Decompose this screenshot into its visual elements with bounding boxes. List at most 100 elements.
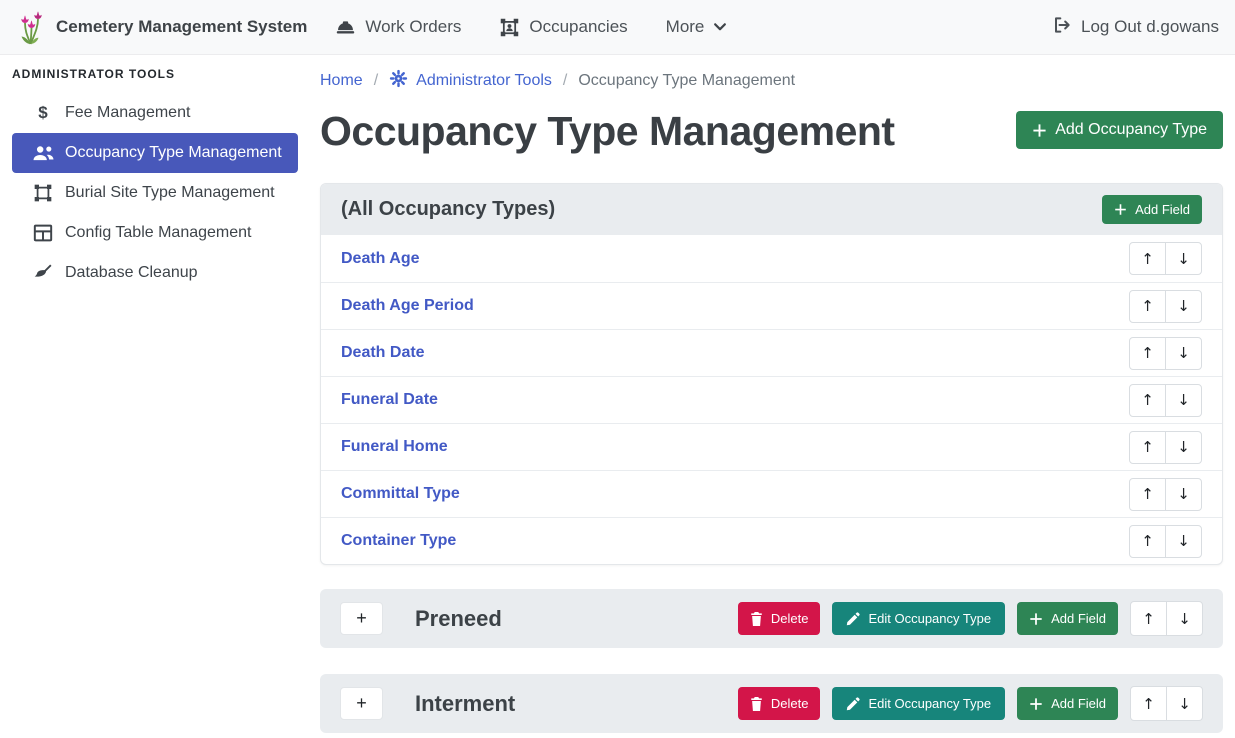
nav-more[interactable]: More xyxy=(666,17,728,37)
sidebar-item-occupancy-type-management[interactable]: Occupancy Type Management xyxy=(12,133,298,173)
delete-button[interactable]: Delete xyxy=(738,687,821,720)
users-icon xyxy=(30,144,56,163)
move-buttons: ↑ ↓ xyxy=(1129,431,1202,464)
move-down-button[interactable]: ↓ xyxy=(1165,525,1202,558)
logout-label: Log Out d.gowans xyxy=(1081,17,1219,37)
page-layout: Administrator Tools $ Fee Management Occ… xyxy=(0,55,1235,738)
add-field-label: Add Field xyxy=(1135,202,1190,217)
move-buttons: ↑ ↓ xyxy=(1130,601,1203,636)
move-up-button[interactable]: ↑ xyxy=(1129,525,1166,558)
field-row: Container Type ↑ ↓ xyxy=(321,517,1222,564)
occupancy-type-section-preneed: + Preneed Delete xyxy=(320,589,1223,648)
sidebar: Administrator Tools $ Fee Management Occ… xyxy=(0,55,310,738)
add-occupancy-type-button[interactable]: Add Occupancy Type xyxy=(1016,111,1223,149)
move-up-button[interactable]: ↑ xyxy=(1129,478,1166,511)
nav-more-label: More xyxy=(666,17,705,37)
delete-label: Delete xyxy=(771,611,809,626)
occupancy-type-section-interment: + Interment Delete xyxy=(320,674,1223,733)
sidebar-heading: Administrator Tools xyxy=(0,57,310,93)
move-up-button[interactable]: ↑ xyxy=(1129,431,1166,464)
field-row: Funeral Home ↑ ↓ xyxy=(321,423,1222,470)
plus-icon xyxy=(1114,203,1127,216)
field-link-death-age[interactable]: Death Age xyxy=(341,250,420,268)
nav-work-orders[interactable]: Work Orders xyxy=(335,17,461,38)
nav-occupancies[interactable]: Occupancies xyxy=(499,17,627,38)
nav-work-orders-label: Work Orders xyxy=(365,17,461,37)
sidebar-item-label: Fee Management xyxy=(65,104,190,122)
nav-occupancies-label: Occupancies xyxy=(529,17,627,37)
move-up-button[interactable]: ↑ xyxy=(1129,242,1166,275)
move-buttons: ↑ ↓ xyxy=(1129,242,1202,275)
move-up-button[interactable]: ↑ xyxy=(1130,601,1167,636)
section-actions: Delete Edit Occupancy Type Add Field xyxy=(738,686,1203,721)
breadcrumb-home-link[interactable]: Home xyxy=(320,72,363,90)
sidebar-item-burial-site-type-management[interactable]: Burial Site Type Management xyxy=(12,173,298,213)
edit-occupancy-type-label: Edit Occupancy Type xyxy=(868,611,991,626)
edit-occupancy-type-label: Edit Occupancy Type xyxy=(868,696,991,711)
sidebar-item-config-table-management[interactable]: Config Table Management xyxy=(12,213,298,253)
field-row: Death Date ↑ ↓ xyxy=(321,329,1222,376)
move-up-button[interactable]: ↑ xyxy=(1130,686,1167,721)
field-link-container-type[interactable]: Container Type xyxy=(341,532,456,550)
move-buttons: ↑ ↓ xyxy=(1129,337,1202,370)
card-header: (All Occupancy Types) Add Field xyxy=(321,184,1222,235)
move-down-button[interactable]: ↓ xyxy=(1165,242,1202,275)
move-down-button[interactable]: ↓ xyxy=(1166,686,1203,721)
field-link-committal-type[interactable]: Committal Type xyxy=(341,485,460,503)
add-field-button[interactable]: Add Field xyxy=(1102,195,1202,224)
logout-button[interactable]: Log Out d.gowans xyxy=(1052,15,1219,40)
section-actions: Delete Edit Occupancy Type Add Field xyxy=(738,601,1203,636)
all-occupancy-types-card: (All Occupancy Types) Add Field Death Ag… xyxy=(320,183,1223,565)
sidebar-item-label: Occupancy Type Management xyxy=(65,144,282,162)
sidebar-item-label: Database Cleanup xyxy=(65,264,198,282)
burial-frame-icon xyxy=(30,183,56,203)
plus-icon xyxy=(1029,697,1043,711)
move-down-button[interactable]: ↓ xyxy=(1165,290,1202,323)
table-icon xyxy=(30,224,56,242)
plus-icon xyxy=(1029,612,1043,626)
move-down-button[interactable]: ↓ xyxy=(1166,601,1203,636)
move-up-button[interactable]: ↑ xyxy=(1129,337,1166,370)
breadcrumb-current: Occupancy Type Management xyxy=(578,72,795,90)
move-buttons: ↑ ↓ xyxy=(1129,478,1202,511)
move-down-button[interactable]: ↓ xyxy=(1165,384,1202,417)
gear-icon xyxy=(389,69,408,93)
sidebar-item-database-cleanup[interactable]: Database Cleanup xyxy=(12,253,298,293)
move-buttons: ↑ ↓ xyxy=(1130,686,1203,721)
field-link-death-date[interactable]: Death Date xyxy=(341,344,425,362)
breadcrumb-admin-tools-link[interactable]: Administrator Tools xyxy=(389,69,552,93)
pencil-icon xyxy=(846,612,860,626)
add-field-label: Add Field xyxy=(1051,611,1106,626)
sidebar-item-label: Burial Site Type Management xyxy=(65,184,275,202)
edit-occupancy-type-button[interactable]: Edit Occupancy Type xyxy=(832,602,1005,635)
move-down-button[interactable]: ↓ xyxy=(1165,337,1202,370)
field-row: Death Age Period ↑ ↓ xyxy=(321,282,1222,329)
delete-label: Delete xyxy=(771,696,809,711)
add-field-label: Add Field xyxy=(1051,696,1106,711)
field-link-funeral-date[interactable]: Funeral Date xyxy=(341,391,438,409)
delete-button[interactable]: Delete xyxy=(738,602,821,635)
add-occupancy-type-label: Add Occupancy Type xyxy=(1055,121,1207,139)
expand-button[interactable]: + xyxy=(340,602,383,635)
move-buttons: ↑ ↓ xyxy=(1129,290,1202,323)
breadcrumb: Home / Administrator Tools / Occupancy T… xyxy=(320,69,1223,93)
add-field-button[interactable]: Add Field xyxy=(1017,602,1118,635)
move-down-button[interactable]: ↓ xyxy=(1165,478,1202,511)
monument-frame-icon xyxy=(499,17,520,38)
move-down-button[interactable]: ↓ xyxy=(1165,431,1202,464)
field-row: Death Age ↑ ↓ xyxy=(321,235,1222,282)
chevron-down-icon xyxy=(713,20,727,34)
field-row: Funeral Date ↑ ↓ xyxy=(321,376,1222,423)
dollar-icon: $ xyxy=(30,103,56,123)
move-up-button[interactable]: ↑ xyxy=(1129,384,1166,417)
top-navbar: Cemetery Management System Work Orders xyxy=(0,0,1235,55)
brand-title[interactable]: Cemetery Management System xyxy=(56,17,307,37)
field-link-funeral-home[interactable]: Funeral Home xyxy=(341,438,448,456)
field-link-death-age-period[interactable]: Death Age Period xyxy=(341,297,474,315)
expand-button[interactable]: + xyxy=(340,687,383,720)
sidebar-item-fee-management[interactable]: $ Fee Management xyxy=(12,93,298,133)
edit-occupancy-type-button[interactable]: Edit Occupancy Type xyxy=(832,687,1005,720)
add-field-button[interactable]: Add Field xyxy=(1017,687,1118,720)
move-up-button[interactable]: ↑ xyxy=(1129,290,1166,323)
pencil-icon xyxy=(846,697,860,711)
